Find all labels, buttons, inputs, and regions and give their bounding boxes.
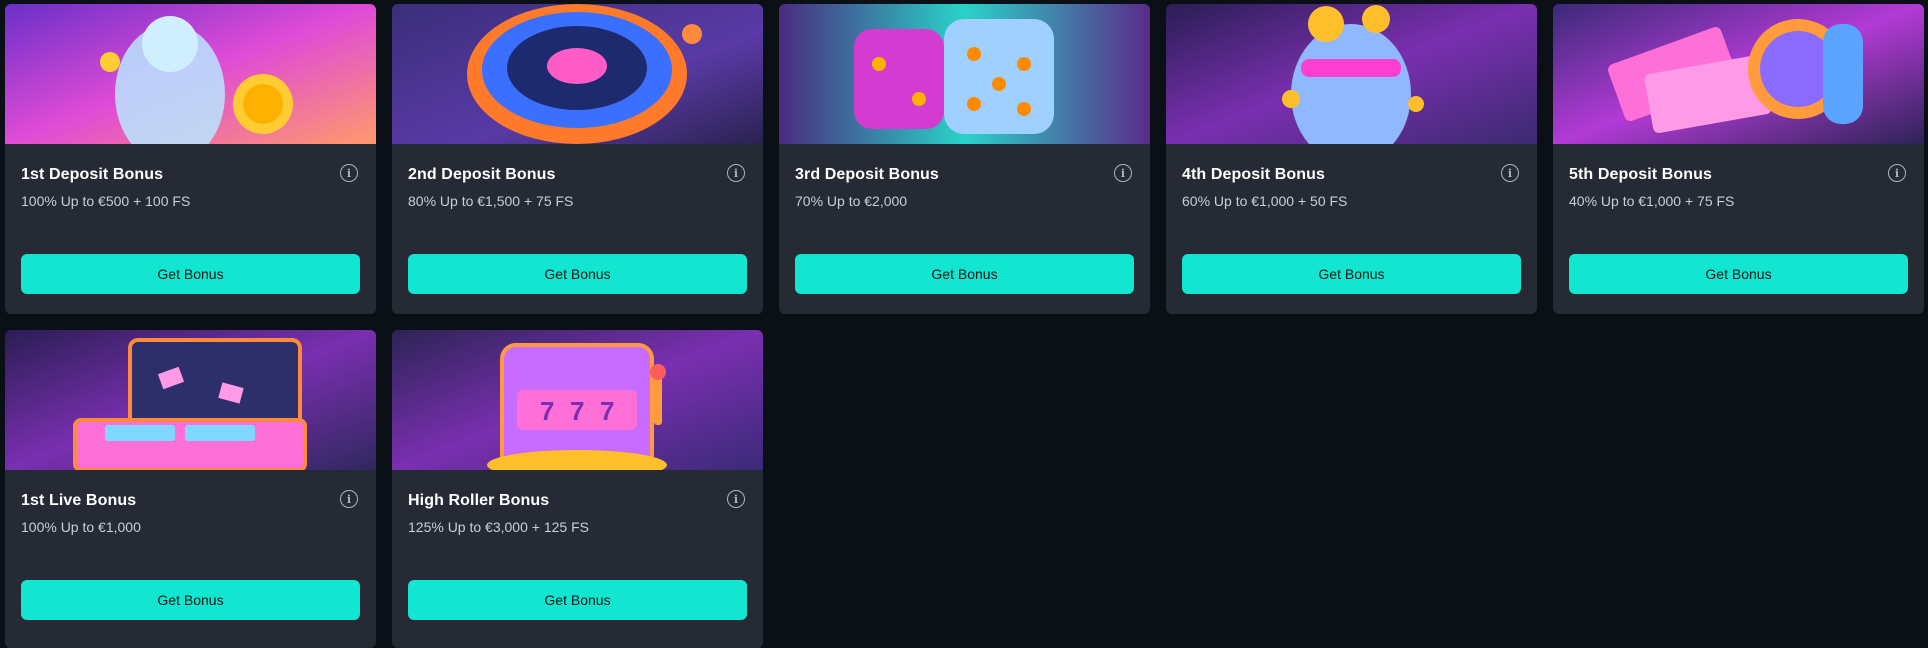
bonus-subtitle: 70% Up to €2,000	[795, 193, 908, 209]
info-icon[interactable]: i	[727, 164, 745, 182]
statue-head-coins-image	[1166, 4, 1537, 144]
bonus-title: 3rd Deposit Bonus	[795, 166, 939, 183]
info-icon[interactable]: i	[1501, 164, 1519, 182]
bonus-subtitle: 40% Up to €1,000 + 75 FS	[1569, 193, 1735, 209]
bonus-title: 2nd Deposit Bonus	[408, 166, 556, 183]
get-bonus-button[interactable]: Get Bonus	[1569, 254, 1908, 294]
info-icon[interactable]: i	[727, 490, 745, 508]
bonus-title: High Roller Bonus	[408, 492, 550, 509]
slot-machine-image: 7 7 7	[392, 330, 763, 470]
bonus-card-4th-deposit: 4th Deposit Bonus 60% Up to €1,000 + 50 …	[1166, 4, 1537, 314]
bonus-title: 1st Live Bonus	[21, 492, 137, 509]
bonus-subtitle: 60% Up to €1,000 + 50 FS	[1182, 193, 1348, 209]
bonus-subtitle: 80% Up to €1,500 + 75 FS	[408, 193, 574, 209]
bonus-subtitle: 100% Up to €1,000	[21, 519, 141, 535]
bonus-card-2nd-deposit: 2nd Deposit Bonus 80% Up to €1,500 + 75 …	[392, 4, 763, 314]
get-bonus-button[interactable]: Get Bonus	[795, 254, 1134, 294]
bonus-grid: 1st Deposit Bonus 100% Up to €500 + 100 …	[0, 0, 1928, 648]
bonus-card-high-roller: 7 7 7 High Roller Bonus 125% Up to €3,00…	[392, 330, 763, 648]
suitcase-cash-image	[5, 330, 376, 470]
statue-gold-coin-image	[5, 4, 376, 144]
hand-cash-coin-image	[1553, 4, 1924, 144]
bonus-title: 4th Deposit Bonus	[1182, 166, 1326, 183]
bonus-subtitle: 100% Up to €500 + 100 FS	[21, 193, 191, 209]
svg-text:7: 7	[600, 396, 614, 426]
get-bonus-button[interactable]: Get Bonus	[21, 580, 360, 620]
bonus-title: 5th Deposit Bonus	[1569, 166, 1713, 183]
bonus-card-3rd-deposit: 3rd Deposit Bonus 70% Up to €2,000 i Get…	[779, 4, 1150, 314]
glowing-dice-image	[779, 4, 1150, 144]
get-bonus-button[interactable]: Get Bonus	[408, 254, 747, 294]
bonus-card-1st-live: 1st Live Bonus 100% Up to €1,000 i Get B…	[5, 330, 376, 648]
info-icon[interactable]: i	[340, 164, 358, 182]
info-icon[interactable]: i	[1114, 164, 1132, 182]
bonus-title: 1st Deposit Bonus	[21, 166, 164, 183]
info-icon[interactable]: i	[340, 490, 358, 508]
bonus-card-5th-deposit: 5th Deposit Bonus 40% Up to €1,000 + 75 …	[1553, 4, 1924, 314]
svg-text:7: 7	[570, 396, 584, 426]
svg-text:7: 7	[540, 396, 554, 426]
get-bonus-button[interactable]: Get Bonus	[408, 580, 747, 620]
bonus-card-1st-deposit: 1st Deposit Bonus 100% Up to €500 + 100 …	[5, 4, 376, 314]
info-icon[interactable]: i	[1888, 164, 1906, 182]
roulette-wheel-image	[392, 4, 763, 144]
get-bonus-button[interactable]: Get Bonus	[1182, 254, 1521, 294]
bonus-subtitle: 125% Up to €3,000 + 125 FS	[408, 519, 589, 535]
get-bonus-button[interactable]: Get Bonus	[21, 254, 360, 294]
